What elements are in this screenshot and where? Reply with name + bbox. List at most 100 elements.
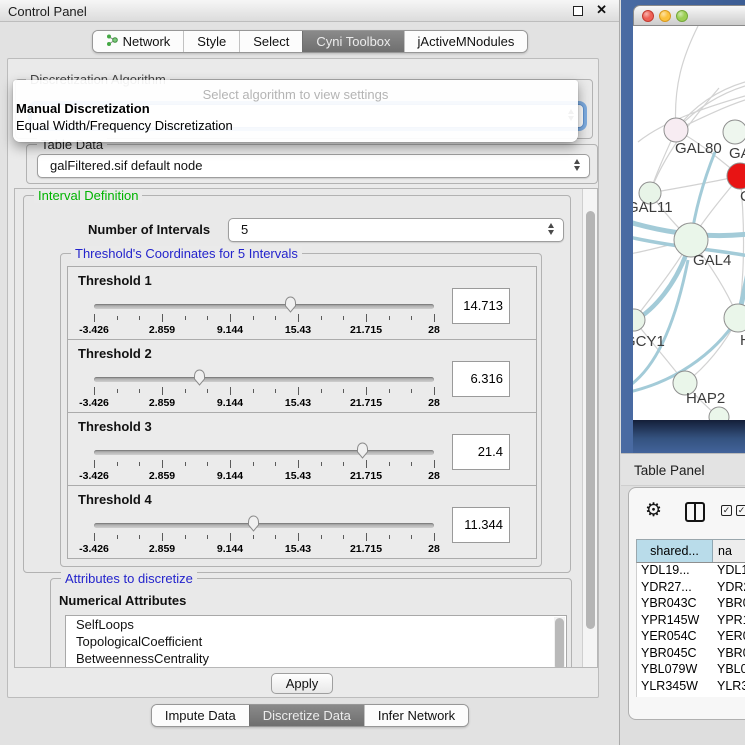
threshold-value-field[interactable]: 21.4 [452,434,510,470]
network-node[interactable] [664,118,688,142]
tick-mark [275,316,276,320]
tick-mark [321,462,322,466]
slider-track[interactable] [94,377,434,382]
table-cell: YBR0 [713,596,745,613]
tick-mark [411,316,412,320]
tick-mark [253,316,254,320]
numerical-attributes-list[interactable]: SelfLoopsTopologicalCoefficientBetweenne… [65,615,567,668]
tab-infer-network[interactable]: Infer Network [364,705,468,726]
slider-track[interactable] [94,304,434,309]
tick-mark [434,533,435,541]
zoom-traffic-light-icon[interactable] [676,10,688,22]
network-window-titlebar[interactable] [633,5,745,26]
tick-label: -3.426 [79,324,109,336]
close-icon[interactable]: ✕ [596,2,607,18]
slider-track[interactable] [94,523,434,528]
algorithm-dropdown-popup: Select algorithm to view settings Manual… [13,80,578,142]
tab-select[interactable]: Select [239,31,302,52]
close-traffic-light-icon[interactable] [642,10,654,22]
table-row[interactable]: YBR043CYBR0 [637,596,745,613]
slider-thumb[interactable] [355,442,370,459]
vertical-scrollbar[interactable] [582,189,597,667]
tick-label: 28 [428,324,440,336]
table-row[interactable]: YDL19...YDL1 [637,563,745,580]
dropdown-option[interactable]: Equal Width/Frequency Discretization [13,117,578,134]
threshold-value-field[interactable]: 6.316 [452,361,510,397]
slider-thumb[interactable] [192,369,207,386]
control-panel-titlebar: Control Panel ✕ [0,0,619,22]
table-row[interactable]: YER054CYER0 [637,629,745,646]
table-data-combobox[interactable]: galFiltered.sif default node [37,154,590,178]
list-scrollbar[interactable] [554,617,565,668]
table-row[interactable]: YBR045CYBR0 [637,646,745,663]
list-item[interactable]: BetweennessCentrality [66,650,566,667]
table-row[interactable]: YIL052CYIL0 [637,695,745,697]
combo-value: 5 [241,222,248,237]
tick-mark [117,462,118,466]
threshold-value-field[interactable]: 11.344 [452,507,510,543]
gear-icon[interactable]: ⚙ [645,499,662,522]
tick-mark [230,533,231,541]
column-header[interactable]: na [713,540,745,562]
network-canvas[interactable]: GAL80GALGAL11CGAL4GCY1HHAP2 [633,26,745,420]
tick-mark [185,316,186,320]
list-item[interactable]: SelfLoops [66,616,566,633]
network-view-window[interactable]: GAL80GALGAL11CGAL4GCY1HHAP2 [621,0,745,453]
table-row[interactable]: YDR27...YDR2 [637,580,745,597]
tick-mark [366,387,367,395]
tab-discretize-data[interactable]: Discretize Data [249,705,364,726]
numerical-attributes-label: Numerical Attributes [59,593,186,608]
tick-mark [253,389,254,393]
tab-network[interactable]: Network [93,31,184,52]
table-row[interactable]: YBL079WYBL0 [637,662,745,679]
split-columns-icon[interactable] [685,502,705,522]
threshold-value-field[interactable]: 14.713 [452,288,510,324]
minimize-traffic-light-icon[interactable] [659,10,671,22]
slider-thumb[interactable] [283,296,298,313]
node-label: HAP2 [686,390,725,407]
number-of-intervals-combobox[interactable]: 5 [228,218,564,242]
table-row[interactable]: YLR345WYLR3 [637,679,745,696]
node-label: GAL80 [675,140,722,157]
tab-cyni-toolbox[interactable]: Cyni Toolbox [302,31,403,52]
tick-label: 21.715 [350,397,382,409]
slider-track[interactable] [94,450,434,455]
network-node[interactable] [709,407,729,420]
cyni-toolbox-panel: Discretization Algorithm Table Data galF… [7,58,599,698]
dropdown-option[interactable]: Manual Discretization [13,100,578,117]
tick-mark [207,316,208,320]
table-cell: YIL052C [637,695,713,697]
tick-mark [162,314,163,322]
tab-style[interactable]: Style [183,31,239,52]
tick-label: 28 [428,397,440,409]
tick-mark [162,387,163,395]
tab-impute-data[interactable]: Impute Data [152,705,249,726]
tab-label: Network [123,34,171,49]
tick-mark [343,316,344,320]
tick-mark [185,535,186,539]
tick-label: 21.715 [350,470,382,482]
tick-mark [139,316,140,320]
threshold-block: Threshold 1-3.4262.8599.14415.4321.71528… [67,266,537,340]
slider-thumb[interactable] [246,515,261,532]
table-cell: YBL0 [713,662,745,679]
tick-mark [139,462,140,466]
tick-label: 9.144 [217,397,243,409]
checkbox-icon[interactable]: ✓ [721,505,732,516]
tick-mark [321,535,322,539]
network-node[interactable] [724,304,745,332]
column-header[interactable]: shared... [637,540,713,562]
tick-label: -3.426 [79,543,109,555]
node-label: H [740,332,745,349]
tick-mark [321,316,322,320]
list-item[interactable]: TopologicalCoefficient [66,633,566,650]
apply-button[interactable]: Apply [271,673,333,694]
network-node[interactable] [723,120,745,144]
checkbox-icon[interactable]: ✓ [736,505,745,516]
table-row[interactable]: YPR145WYPR1 [637,613,745,630]
float-window-icon[interactable] [573,6,583,16]
table-cell: YLR345W [637,679,713,696]
settings-scrollpane: Interval Definition Number of Intervals … [14,188,598,668]
tick-mark [117,389,118,393]
tab-jactivemnodules[interactable]: jActiveMNodules [404,31,528,52]
